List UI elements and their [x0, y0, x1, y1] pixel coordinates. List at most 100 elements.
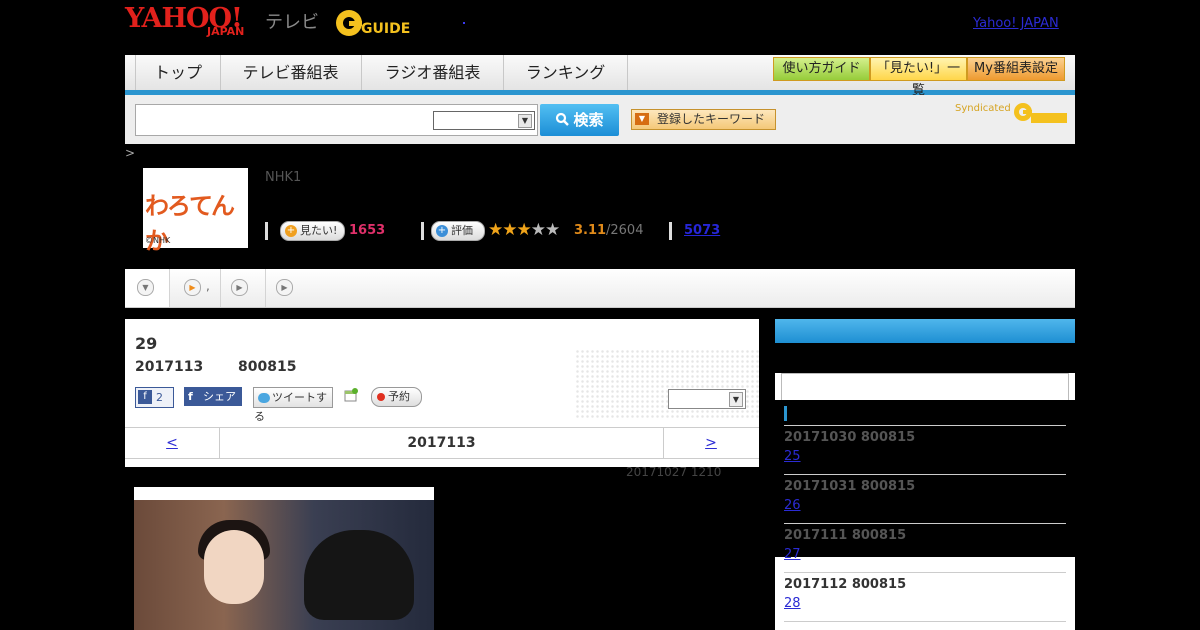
- plus-icon: +: [285, 225, 297, 237]
- sidebar-item-date: 2017112 800815: [784, 577, 907, 592]
- episode-number: 29: [135, 334, 158, 353]
- guide-button-mitai-list[interactable]: 「見たい!」一覧: [870, 57, 967, 98]
- episode-pager: < 2017113 >: [125, 427, 759, 459]
- facebook-icon: f: [138, 390, 152, 404]
- sidebar-item-link[interactable]: 25: [784, 449, 801, 464]
- rating-button[interactable]: + 評価: [431, 221, 485, 241]
- program-thumbnail-title: わろてんか: [145, 192, 235, 255]
- program-tab-bar: ▼ ▶ , ▶ ▶: [125, 269, 1075, 308]
- main-nav: トップ テレビ番組表 ラジオ番組表 ランキング 使い方ガイド 「見たい!」一覧 …: [125, 55, 1075, 98]
- divider: [265, 222, 268, 240]
- plus-icon: +: [436, 225, 448, 237]
- sidebar-item-date: 20171031 800815: [784, 479, 916, 494]
- tab-expand[interactable]: ▼: [125, 269, 170, 307]
- star-empty-icon: ★: [530, 220, 546, 240]
- pager-next-link[interactable]: >: [663, 428, 758, 458]
- tv-logo-text[interactable]: テレビ: [265, 8, 319, 34]
- list-divider: [784, 572, 1066, 573]
- yahoo-japan-link[interactable]: Yahoo! JAPAN: [973, 16, 1059, 31]
- registered-keyword-label: 登録したキーワード: [657, 112, 766, 126]
- episode-photo: [134, 487, 434, 630]
- sidebar-band: [775, 343, 1075, 373]
- episode-panel: 29 2017113 800815 f2 f シェア ツイートする 予約 ▼ < …: [125, 319, 759, 467]
- sidebar-item-date: 2017111 800815: [784, 528, 907, 543]
- tab-4[interactable]: ▶: [266, 269, 300, 307]
- calendar-add-icon[interactable]: [344, 388, 358, 402]
- sidebar-item-link[interactable]: 26: [784, 498, 801, 513]
- breadcrumb[interactable]: >: [125, 146, 135, 160]
- star-filled-icon: ★: [516, 220, 532, 240]
- facebook-like-button[interactable]: f2: [135, 387, 174, 408]
- sidebar-section-marker: [784, 406, 787, 421]
- list-divider: [784, 523, 1066, 524]
- yahoo-japan-logo-text: JAPAN: [207, 25, 245, 38]
- guide-button-howto[interactable]: 使い方ガイド: [773, 57, 870, 81]
- mitai-button[interactable]: + 見たい!: [280, 221, 345, 241]
- reserve-button[interactable]: 予約: [371, 387, 422, 407]
- rating-label: 評価: [451, 224, 473, 237]
- photo-figure-face: [204, 530, 264, 604]
- chevron-down-icon: ▼: [518, 114, 532, 128]
- list-divider: [784, 621, 1066, 622]
- nav-tab-tv-schedule[interactable]: テレビ番組表: [220, 55, 362, 90]
- channel-name: NHK1: [265, 170, 302, 185]
- nav-tab-ranking[interactable]: ランキング: [504, 55, 628, 90]
- facebook-share-label: シェア: [203, 390, 236, 403]
- program-thumbnail-credit: ©NHK: [145, 236, 171, 245]
- syndicated-g-guide-logo: [1014, 103, 1067, 123]
- g-guide-logo[interactable]: GUIDE: [335, 8, 425, 39]
- play-icon: ▶: [184, 279, 201, 296]
- rating-value: 3.11: [574, 223, 607, 238]
- updated-timestamp: 20171027 1210: [626, 465, 722, 479]
- search-category-select[interactable]: ▼: [433, 111, 535, 130]
- list-divider: [784, 474, 1066, 475]
- facebook-share-button[interactable]: f シェア: [184, 387, 242, 406]
- divider: [421, 222, 424, 240]
- tab-2-label: ,: [206, 279, 210, 293]
- search-bar: ▼ 検索 ▼ 登録したキーワード Syndicated: [125, 95, 1075, 144]
- search-icon: [556, 112, 570, 126]
- triangle-down-icon: ▼: [635, 113, 649, 125]
- divider-dot: [463, 22, 465, 24]
- search-button-label: 検索: [573, 111, 604, 129]
- rating-count: /2604: [606, 223, 644, 238]
- program-thumbnail[interactable]: わろてんか ©NHK: [143, 168, 248, 255]
- episode-photo-image: [134, 500, 434, 630]
- list-divider: [784, 425, 1066, 426]
- record-dot-icon: [377, 393, 385, 401]
- episode-list-sidebar: 20171030 800815 25 20171031 800815 26 20…: [775, 319, 1075, 630]
- chevron-down-icon: ▼: [729, 392, 743, 407]
- star-filled-icon: ★: [502, 220, 517, 240]
- reserve-label: 予約: [388, 390, 410, 403]
- twitter-bird-icon: [258, 393, 270, 403]
- tab-3[interactable]: ▶: [221, 269, 266, 307]
- sidebar-header: [775, 319, 1075, 343]
- tweet-button[interactable]: ツイートする: [253, 387, 333, 423]
- episode-select[interactable]: ▼: [668, 389, 746, 409]
- g-guide-logo-text: GUIDE: [361, 21, 410, 37]
- facebook-like-count: 2: [156, 391, 163, 404]
- play-icon: ▶: [231, 279, 248, 296]
- play-icon: ▶: [276, 279, 293, 296]
- sidebar-item-link[interactable]: 27: [784, 547, 801, 562]
- divider: [669, 222, 672, 240]
- chevron-down-icon: ▼: [137, 279, 154, 296]
- air-date: 2017113: [135, 359, 204, 375]
- pager-current-date: 2017113: [407, 435, 476, 451]
- facebook-icon: f: [188, 390, 193, 403]
- search-button[interactable]: 検索: [540, 104, 619, 136]
- star-empty-icon: ★: [545, 220, 560, 240]
- nav-tab-radio-schedule[interactable]: ラジオ番組表: [362, 55, 504, 90]
- guide-button-my-schedule[interactable]: My番組表設定: [967, 57, 1065, 81]
- pager-prev-link[interactable]: <: [125, 428, 220, 458]
- registered-keyword-button[interactable]: ▼ 登録したキーワード: [631, 109, 776, 130]
- sidebar-item-link[interactable]: 28: [784, 596, 801, 611]
- sidebar-item-date: 20171030 800815: [784, 430, 916, 445]
- air-time: 800815: [238, 359, 297, 375]
- tab-2[interactable]: ▶ ,: [170, 269, 221, 307]
- rating-stars: ★★★★★: [488, 220, 560, 240]
- syndicated-label: Syndicated: [955, 103, 1011, 114]
- nav-tab-top[interactable]: トップ: [135, 55, 221, 90]
- review-count-link[interactable]: 5073: [684, 223, 720, 238]
- sidebar-field: [781, 373, 1069, 401]
